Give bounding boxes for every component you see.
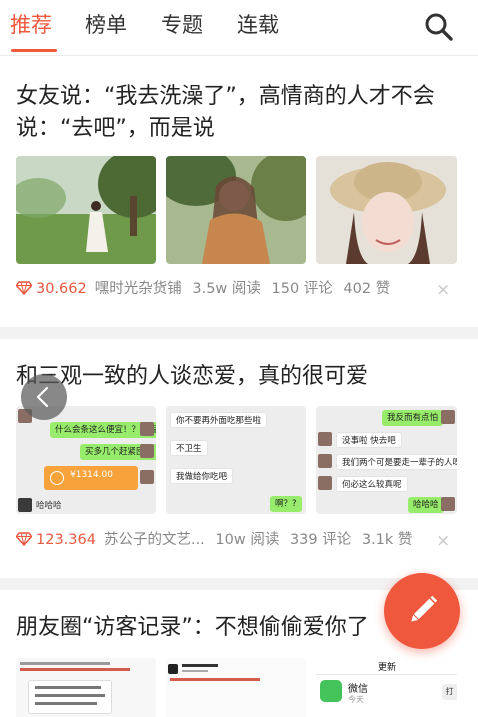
dismiss-button[interactable]: × — [436, 280, 451, 300]
avatar — [140, 444, 154, 458]
thumb-app-name: 微信 — [348, 684, 368, 695]
article-meta: 30.662 嘿时光杂货铺 3.5w 阅读 150 评论 402 赞 — [16, 278, 390, 300]
article-title[interactable]: 和三观一致的人谈恋爱，真的很可爱 — [16, 361, 466, 393]
article-thumbnail[interactable]: 我反而有点怕 没事啦 快去吧 我们两个可是要走一辈子的人呀 何必这么较真呢 哈哈… — [316, 406, 457, 514]
comment-count: 150 评论 — [271, 281, 333, 297]
comment-count: 339 评论 — [289, 532, 352, 548]
back-button[interactable] — [21, 374, 67, 420]
chat-bubble: 不卫生 — [170, 440, 208, 456]
read-count: 3.5w 阅读 — [192, 281, 261, 297]
thumb-header: 更新 — [378, 663, 397, 673]
chat-bubble: 我们两个可是要走一辈子的人呀 — [336, 454, 457, 470]
compose-button[interactable] — [384, 573, 460, 649]
score-value: 30.662 — [36, 281, 87, 297]
search-icon — [425, 13, 453, 41]
source-name[interactable]: 苏公子的文艺... — [104, 532, 205, 548]
chat-bubble: 我做给你吃吧 — [170, 468, 234, 484]
chat-bubble: 哈哈哈 — [408, 497, 444, 513]
chat-bubble: 何必这么较真呢 — [336, 476, 408, 492]
comment-box — [28, 680, 112, 714]
pencil-icon — [411, 595, 438, 622]
wechat-icon — [320, 680, 342, 702]
article-meta: 123.364 苏公子的文艺... 10w 阅读 339 评论 3.1k 赞 — [16, 529, 412, 551]
like-count: 402 赞 — [343, 281, 391, 297]
chat-bubble: 没事啦 快去吧 — [336, 432, 402, 448]
article-thumbnail[interactable] — [16, 156, 156, 264]
diamond-icon — [16, 281, 32, 295]
article-thumbnail[interactable] — [166, 658, 306, 717]
thumb-app-button: 打 — [442, 684, 457, 700]
article-card[interactable]: 女友说：“我去洗澡了”，高情商的人才不会说：“去吧”，而是说 30.662 嘿时… — [0, 57, 478, 327]
chat-bubble: 我反而有点怕 — [382, 410, 444, 426]
thumb-app-time: 今天 — [348, 695, 364, 704]
avatar — [318, 432, 332, 446]
feed-divider — [0, 327, 478, 339]
dismiss-button[interactable]: × — [436, 531, 451, 551]
read-count: 10w 阅读 — [215, 532, 280, 548]
avatar — [441, 497, 455, 511]
avatar — [318, 454, 332, 468]
article-title[interactable]: 女友说：“我去洗澡了”，高情商的人才不会说：“去吧”，而是说 — [16, 81, 466, 145]
score-value: 123.364 — [36, 532, 96, 548]
thumbnail-image — [316, 156, 457, 264]
diamond-icon — [16, 532, 32, 546]
article-thumbnail[interactable]: 什么会条这么便宜！？😂😂 买多几个赶紧囤着 ¥1314.00 哈哈哈 — [16, 406, 156, 514]
article-thumbnail[interactable]: 你不要再外面吃那些啦 不卫生 我做给你吃吧 啊？? — [166, 406, 306, 514]
top-navigation: 推荐 榜单 专题 连载 — [0, 0, 478, 56]
avatar — [140, 470, 154, 484]
article-card[interactable]: 和三观一致的人谈恋爱，真的很可爱 什么会条这么便宜！？😂😂 买多几个赶紧囤着 ¥… — [0, 339, 478, 578]
tab-recommend[interactable]: 推荐 — [10, 10, 52, 40]
thumbnail-image — [16, 156, 156, 264]
active-tab-indicator — [11, 49, 57, 52]
tab-rankings[interactable]: 榜单 — [85, 10, 127, 40]
chat-bubble: 你不要再外面吃那些啦 — [170, 412, 268, 428]
chat-text: 哈哈哈 — [36, 501, 62, 511]
article-thumbnail[interactable] — [316, 156, 457, 264]
avatar — [18, 498, 32, 512]
close-icon: × — [436, 531, 451, 551]
avatar — [441, 410, 455, 424]
article-thumbnail[interactable] — [16, 658, 156, 717]
tab-serials[interactable]: 连载 — [237, 10, 279, 40]
transfer-amount: ¥1314.00 — [70, 470, 113, 480]
avatar — [140, 422, 154, 436]
transfer-card: ¥1314.00 — [44, 466, 138, 490]
like-count: 3.1k 赞 — [361, 532, 413, 548]
thumbnail-image — [166, 156, 306, 264]
article-thumbnail[interactable]: 更新 微信 今天 打 — [316, 658, 457, 717]
close-icon: × — [436, 280, 451, 300]
search-button[interactable] — [422, 10, 456, 44]
source-name[interactable]: 嘿时光杂货铺 — [95, 281, 182, 297]
tab-topics[interactable]: 专题 — [161, 10, 203, 40]
transfer-icon — [50, 471, 64, 485]
chat-bubble: 啊？? — [270, 496, 302, 512]
article-thumbnail[interactable] — [166, 156, 306, 264]
avatar — [318, 476, 332, 490]
chevron-left-icon — [36, 386, 49, 408]
